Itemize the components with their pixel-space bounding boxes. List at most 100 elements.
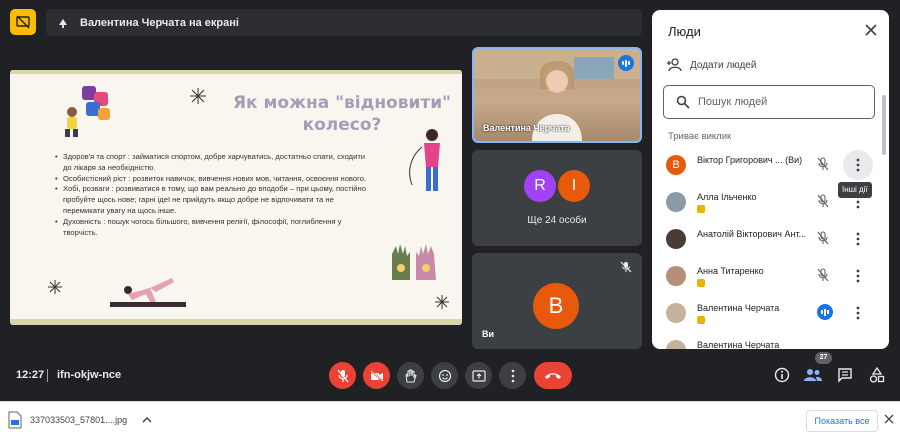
more-vert-icon bbox=[511, 369, 514, 382]
chevron-up-icon[interactable] bbox=[141, 415, 153, 425]
in-call-section-label: Триває виклик bbox=[668, 131, 732, 142]
mic-off-icon bbox=[337, 369, 348, 382]
clock: 12:27 bbox=[16, 369, 45, 381]
participant-name: Віктор Григорович ... (Ви) bbox=[697, 155, 803, 165]
participant-name: Валентина Черчата bbox=[483, 123, 570, 133]
present-screen-icon bbox=[471, 369, 486, 382]
add-people-button[interactable]: Додати людей bbox=[666, 58, 756, 72]
slide-bullet: Здоров'я та спорт : займатися спортом, д… bbox=[55, 152, 370, 174]
participant-name: Валентина Черчата bbox=[697, 303, 780, 313]
downloads-bar: 337033503_57801....jpg Показать все bbox=[0, 401, 900, 439]
chat-icon bbox=[838, 368, 852, 383]
people-icon bbox=[804, 369, 822, 381]
speaking-indicator-icon bbox=[618, 55, 634, 71]
raise-hand-button[interactable] bbox=[397, 362, 424, 389]
avatar bbox=[666, 229, 686, 249]
mic-off-icon bbox=[817, 194, 829, 208]
present-now-button[interactable] bbox=[465, 362, 492, 389]
info-icon bbox=[774, 367, 790, 383]
meeting-details-button[interactable] bbox=[773, 366, 791, 384]
stop-presenting-button[interactable] bbox=[10, 9, 36, 35]
camera-off-icon bbox=[369, 369, 384, 382]
more-vert-icon[interactable] bbox=[852, 232, 864, 246]
meeting-code: ifn-okjw-nce bbox=[57, 369, 122, 381]
yoga-person-illustration bbox=[110, 278, 186, 307]
self-avatar: B bbox=[533, 283, 579, 329]
presenter-badge-icon bbox=[697, 205, 705, 213]
mic-off-icon bbox=[817, 231, 829, 245]
others-count-label: Ще 24 особи bbox=[527, 215, 587, 226]
slide-bullet: Хобі, розваги : розвиватися в тому, що в… bbox=[55, 184, 370, 216]
more-options-button[interactable] bbox=[499, 362, 526, 389]
slide-top-band bbox=[10, 70, 462, 74]
avatar: R bbox=[524, 170, 556, 202]
hand-icon bbox=[405, 369, 417, 382]
mic-off-icon bbox=[817, 268, 829, 282]
activities-button[interactable] bbox=[868, 366, 886, 384]
more-vert-icon[interactable] bbox=[852, 158, 864, 172]
stop-presenting-icon bbox=[16, 15, 30, 29]
participant-video-tile[interactable]: Валентина Черчата bbox=[472, 47, 642, 143]
participant-row[interactable]: Валентина Черчата bbox=[652, 336, 889, 349]
avatar bbox=[666, 266, 686, 286]
panel-title: Люди bbox=[668, 24, 701, 39]
others-tile[interactable]: R I Ще 24 особи bbox=[472, 150, 642, 246]
reactions-button[interactable] bbox=[431, 362, 458, 389]
close-icon[interactable] bbox=[884, 414, 894, 424]
speaking-indicator-icon bbox=[817, 304, 833, 320]
add-person-icon bbox=[667, 58, 682, 72]
self-name: Ви bbox=[482, 329, 495, 339]
avatar bbox=[666, 340, 686, 349]
people-button[interactable] bbox=[804, 366, 822, 384]
participant-row[interactable]: Анна Титаренко bbox=[652, 262, 889, 292]
presenter-badge-icon bbox=[697, 279, 705, 287]
chat-button[interactable] bbox=[836, 366, 854, 384]
download-item[interactable]: 337033503_57801....jpg bbox=[8, 411, 153, 429]
leave-call-button[interactable] bbox=[534, 362, 572, 389]
mic-off-icon bbox=[620, 261, 632, 273]
emoji-icon bbox=[438, 369, 451, 382]
shared-screen-slide: Як можна "відновити" колесо? Здоров'я та… bbox=[10, 70, 462, 325]
shapes-icon bbox=[869, 367, 885, 383]
search-people-input[interactable]: Пошук людей bbox=[663, 85, 875, 119]
more-vert-icon[interactable] bbox=[852, 306, 864, 320]
download-file-name: 337033503_57801....jpg bbox=[30, 415, 128, 425]
participant-name: Анна Титаренко bbox=[697, 266, 764, 276]
divider bbox=[47, 369, 48, 382]
people-panel: Люди Додати людей Пошук людей Триває вик… bbox=[652, 10, 889, 349]
mic-off-icon bbox=[817, 157, 829, 171]
participant-row[interactable]: В Віктор Григорович ... (Ви) bbox=[652, 151, 889, 181]
avatar bbox=[666, 192, 686, 212]
panel-scrollbar[interactable] bbox=[882, 95, 886, 155]
slide-bullet: Особистісний ріст : розвиток навичок, ви… bbox=[55, 174, 370, 185]
sparkle-icon bbox=[435, 295, 449, 309]
participant-row[interactable]: Валентина Черчата bbox=[652, 299, 889, 329]
participant-name: Алла Ільченко bbox=[697, 192, 757, 202]
participant-name: Валентина Черчата bbox=[697, 340, 780, 349]
avatar: В bbox=[666, 155, 686, 175]
presenter-badge-icon bbox=[697, 316, 705, 324]
avatar: I bbox=[558, 170, 590, 202]
participant-row[interactable]: Анатолій Вікторович Ант... bbox=[652, 225, 889, 255]
presentation-title-bar: Валентина Черчата на екрані bbox=[46, 9, 642, 36]
hands-illustration bbox=[392, 244, 436, 280]
slide-bullet: Духовність : пошук чогось більшого, вивч… bbox=[55, 217, 370, 239]
close-icon[interactable] bbox=[863, 22, 879, 38]
presenter-title: Валентина Черчата на екрані bbox=[80, 16, 239, 29]
search-icon bbox=[676, 95, 690, 109]
hang-up-icon bbox=[545, 372, 561, 379]
singer-illustration bbox=[409, 129, 440, 191]
file-icon bbox=[8, 411, 22, 429]
self-tile[interactable]: B Ви bbox=[472, 253, 642, 349]
show-all-downloads-button[interactable]: Показать все bbox=[806, 410, 878, 432]
present-screen-icon bbox=[59, 18, 67, 28]
mic-toggle-button[interactable] bbox=[329, 362, 356, 389]
avatar bbox=[666, 303, 686, 323]
camera-toggle-button[interactable] bbox=[363, 362, 390, 389]
more-vert-icon[interactable] bbox=[852, 269, 864, 283]
sparkle-icon bbox=[190, 88, 206, 104]
slide-bottom-band bbox=[10, 319, 462, 325]
participant-name: Анатолій Вікторович Ант... bbox=[697, 229, 807, 239]
sparkle-icon bbox=[48, 280, 62, 294]
more-actions-tooltip: Інші дії bbox=[838, 182, 872, 198]
